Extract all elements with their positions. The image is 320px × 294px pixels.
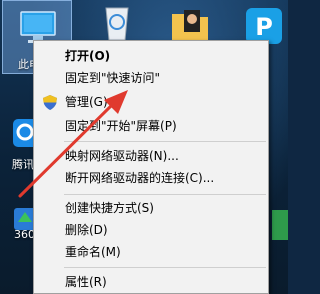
annotation-arrow bbox=[18, 90, 128, 198]
